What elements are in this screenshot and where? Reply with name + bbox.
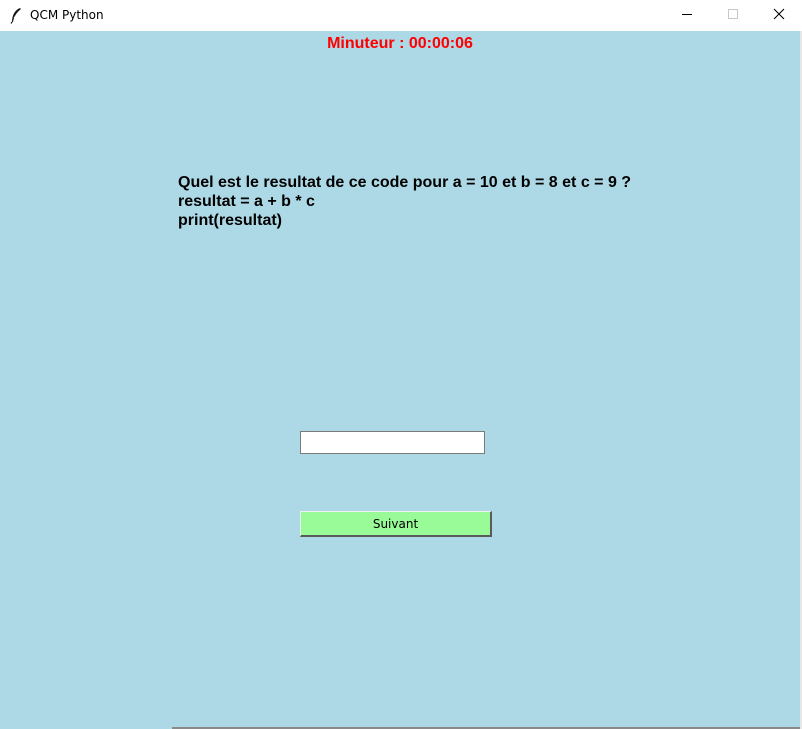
question-text: Quel est le resultat de ce code pour a =… (178, 173, 631, 230)
minimize-button[interactable] (664, 0, 710, 31)
timer-label: Minuteur : 00:00:06 (327, 35, 473, 52)
answer-input[interactable] (300, 431, 485, 454)
question-line: Quel est le resultat de ce code pour a =… (178, 174, 632, 191)
app-window: QCM Python Minuteur : 00:00:06 Quel est … (0, 0, 802, 729)
close-icon (773, 7, 785, 25)
question-code-line: resultat = a + b * c (178, 193, 315, 210)
maximize-icon (727, 7, 739, 25)
next-button[interactable]: Suivant (300, 511, 492, 537)
feather-icon (9, 7, 23, 24)
title-bar[interactable]: QCM Python (0, 0, 802, 31)
quiz-panel: Minuteur : 00:00:06 Quel est le resultat… (0, 31, 800, 729)
question-code-line: print(resultat) (178, 212, 282, 229)
maximize-button[interactable] (710, 0, 756, 31)
window-title: QCM Python (30, 8, 104, 22)
close-button[interactable] (756, 0, 802, 31)
minimize-icon (681, 7, 693, 25)
